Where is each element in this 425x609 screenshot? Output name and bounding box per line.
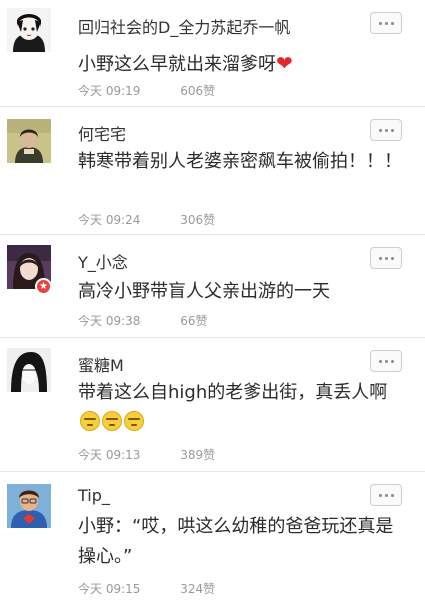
comment-meta: 今天 09:13 389赞: [78, 446, 215, 463]
comment-meta: 今天 09:38 66赞: [78, 312, 208, 329]
smiley-emoji-icon: [80, 411, 100, 431]
avatar[interactable]: [7, 119, 51, 163]
comment-day: 今天: [78, 314, 103, 328]
comment-item: Tip_ 小野：“哎，哄这么幼稚的爸爸玩还真是操心。” 今天 09:15 324…: [0, 472, 425, 609]
comment-text-body: 带着这么自high的老爹出街，真丢人啊: [78, 382, 388, 403]
more-options-button[interactable]: [370, 119, 402, 141]
like-count[interactable]: 606赞: [180, 84, 215, 98]
more-dots-icon: [378, 493, 382, 497]
comment-text: 小野这么早就出来溜爹呀❤: [78, 48, 408, 80]
like-count[interactable]: 324赞: [180, 582, 215, 596]
comment-day: 今天: [78, 582, 103, 596]
comment-text: 小野：“哎，哄这么幼稚的爸爸玩还真是操心。”: [78, 516, 394, 567]
more-options-button[interactable]: [370, 247, 402, 269]
more-dots-icon: [378, 128, 382, 132]
username[interactable]: 回归社会的D_全力苏起乔一帆: [78, 14, 290, 38]
more-options-button[interactable]: [370, 350, 402, 372]
comment-item: 回归社会的D_全力苏起乔一帆 小野这么早就出来溜爹呀❤ 今天 09:19 606…: [0, 0, 425, 107]
avatar[interactable]: [7, 8, 51, 52]
comment-meta: 今天 09:15 324赞: [78, 580, 215, 597]
avatar[interactable]: [7, 348, 51, 392]
username[interactable]: Tip_: [78, 486, 110, 505]
username[interactable]: 蜜糖M: [78, 352, 124, 376]
comment-meta: 今天 09:19 606赞: [78, 82, 215, 99]
comment-list: 回归社会的D_全力苏起乔一帆 小野这么早就出来溜爹呀❤ 今天 09:19 606…: [0, 0, 425, 609]
avatar[interactable]: [7, 484, 51, 528]
like-count[interactable]: 66赞: [180, 314, 207, 328]
more-dots-icon: [378, 256, 382, 260]
like-count[interactable]: 389赞: [180, 448, 215, 462]
comment-day: 今天: [78, 213, 103, 227]
more-options-button[interactable]: [370, 484, 402, 506]
comment-time: 09:19: [105, 84, 141, 98]
comment-text: 高冷小野带盲人父亲出游的一天: [78, 281, 330, 302]
comment-item: 蜜糖M 带着这么自high的老爹出街，真丢人啊 今天 09:13 389赞: [0, 338, 425, 472]
comment-meta: 今天 09:24 306赞: [78, 211, 215, 228]
username[interactable]: 何宅宅: [78, 121, 126, 145]
username[interactable]: Y_小念: [78, 249, 128, 273]
comment-day: 今天: [78, 84, 103, 98]
smiley-emoji-icon: [102, 411, 122, 431]
comment-time: 09:13: [105, 448, 141, 462]
more-options-button[interactable]: [370, 12, 402, 34]
like-count[interactable]: 306赞: [180, 213, 215, 227]
comment-item: ★ Y_小念 高冷小野带盲人父亲出游的一天 今天 09:38 66赞: [0, 235, 425, 338]
comment-time: 09:38: [105, 314, 141, 328]
comment-text: 韩寒带着别人老婆亲密飙车被偷拍！！！: [78, 151, 402, 172]
more-dots-icon: [378, 21, 382, 25]
more-dots-icon: [378, 359, 382, 363]
smiley-emoji-icon: [124, 411, 144, 431]
heart-icon: ❤: [276, 51, 293, 75]
comment-text: 带着这么自high的老爹出街，真丢人啊: [78, 378, 408, 438]
comment-time: 09:24: [105, 213, 141, 227]
verified-badge: ★: [35, 278, 52, 295]
comment-time: 09:15: [105, 582, 141, 596]
comment-text-body: 小野这么早就出来溜爹呀: [78, 54, 276, 75]
comment-day: 今天: [78, 448, 103, 462]
comment-item: 何宅宅 韩寒带着别人老婆亲密飙车被偷拍！！！ 今天 09:24 306赞: [0, 107, 425, 235]
